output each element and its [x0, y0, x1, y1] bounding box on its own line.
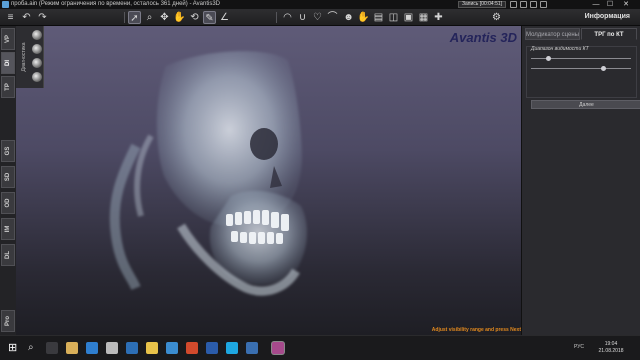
menu-icon[interactable]: ≡ — [4, 11, 17, 24]
grid-icon[interactable]: ▦ — [417, 11, 430, 24]
left-tab-bar: VP DI TP GS SD OD IM DL Pro — [0, 26, 16, 335]
word-icon[interactable] — [206, 342, 218, 354]
volume-icon[interactable]: ▣ — [402, 11, 415, 24]
diagnostics-panel: Диагностика — [16, 26, 44, 88]
info-panel: Молдикатор сцены ТРГ по КТ Диапазон види… — [521, 26, 640, 335]
tab-od[interactable]: OD — [1, 192, 15, 214]
app-icon — [2, 1, 9, 8]
layers-icon[interactable]: ▤ — [372, 11, 385, 24]
title-bar: проба.ain (Режим ограничения по времени,… — [0, 0, 640, 9]
tab-pro[interactable]: Pro — [1, 310, 15, 332]
task-view-icon[interactable] — [46, 342, 58, 354]
3d-viewport[interactable]: Avantis 3D Adjust visibility range and p… — [16, 26, 521, 335]
minimize-button[interactable]: — — [590, 0, 602, 9]
rotate-icon[interactable]: ⟲ — [188, 11, 201, 24]
taskbar: ⊞ ⌕ РУС 19:04 21.08.2018 — [0, 335, 640, 360]
slider-thumb-high[interactable] — [600, 66, 606, 71]
tab-scene-modifier[interactable]: Молдикатор сцены — [525, 28, 580, 40]
explorer-icon[interactable] — [66, 342, 78, 354]
skull-front-icon[interactable] — [32, 30, 42, 40]
app-window: проба.ain (Режим ограничения по времени,… — [0, 0, 640, 360]
camera-icon[interactable] — [530, 1, 537, 8]
skull-side-icon[interactable] — [32, 44, 42, 54]
app-icon-2[interactable] — [246, 342, 258, 354]
tooth-view-icon[interactable]: ⌒ — [326, 11, 339, 24]
mail-icon[interactable] — [126, 342, 138, 354]
cross-section-icon[interactable]: ✚ — [432, 11, 445, 24]
pause-icon[interactable] — [510, 1, 517, 8]
move-icon[interactable]: ✥ — [158, 11, 171, 24]
toolbar-separator — [124, 12, 125, 23]
jaw-view-icon[interactable]: ♡ — [311, 11, 324, 24]
tab-trg-ct[interactable]: ТРГ по КТ — [581, 28, 637, 40]
dome-view-icon[interactable]: ◠ — [281, 11, 294, 24]
stop-icon[interactable] — [520, 1, 527, 8]
visibility-range-label: Диапазон видимости КТ — [531, 46, 589, 52]
language-indicator[interactable]: РУС — [574, 344, 584, 350]
skull-angle-icon[interactable] — [32, 58, 42, 68]
arch-view-icon[interactable]: ∪ — [296, 11, 309, 24]
settings-icon[interactable] — [540, 1, 547, 8]
search-icon[interactable]: ⌕ — [28, 342, 40, 354]
clock-time: 19:04 — [604, 341, 618, 347]
gear-icon[interactable]: ⚙ — [490, 11, 503, 24]
tab-dl[interactable]: DL — [1, 244, 15, 266]
clock-date: 21.08.2018 — [598, 348, 624, 354]
toolbar-separator — [276, 12, 277, 23]
undo-icon[interactable]: ↶ — [20, 11, 33, 24]
ruler-icon[interactable]: ✎ — [203, 11, 216, 24]
cube-icon[interactable]: ◫ — [387, 11, 400, 24]
slider-track-high[interactable] — [531, 68, 631, 69]
app-icon-1[interactable] — [166, 342, 178, 354]
system-clock[interactable]: 19:04 21.08.2018 — [590, 341, 632, 355]
tab-tp[interactable]: TP — [1, 76, 15, 98]
powerpoint-icon[interactable] — [186, 342, 198, 354]
skype-icon[interactable] — [226, 342, 238, 354]
status-message: Adjust visibility range and press Next — [431, 327, 521, 333]
start-icon[interactable]: ⊞ — [8, 342, 20, 354]
tab-sd[interactable]: SD — [1, 166, 15, 188]
head-view-icon[interactable]: ☻ — [342, 11, 355, 24]
hand-tool-icon[interactable]: ✋ — [357, 11, 370, 24]
tab-di[interactable]: DI — [1, 52, 15, 74]
cursor-icon[interactable]: ➚ — [128, 11, 141, 24]
redo-icon[interactable]: ↷ — [36, 11, 49, 24]
brand-logo: Avantis 3D — [449, 30, 517, 45]
tab-vp[interactable]: VP — [1, 28, 15, 50]
main-toolbar: ≡ ↶ ↷ ➚ ⌕ ✥ ✋ ⟲ ✎ ∠ ◠ ∪ ♡ ⌒ ☻ ✋ ▤ ◫ ▣ ▦ … — [0, 9, 640, 26]
pan-icon[interactable]: ✋ — [173, 11, 186, 24]
store-icon[interactable] — [106, 342, 118, 354]
diagnostics-label: Диагностика — [21, 42, 27, 72]
tab-gs[interactable]: GS — [1, 140, 15, 162]
info-panel-title: Информация — [584, 13, 630, 20]
browser-icon[interactable] — [146, 342, 158, 354]
edge-icon[interactable] — [86, 342, 98, 354]
maximize-button[interactable]: ☐ — [604, 0, 616, 9]
tab-im[interactable]: IM — [1, 218, 15, 240]
skull-3d-icon[interactable] — [32, 72, 42, 82]
measure-icon[interactable]: ∠ — [218, 11, 231, 24]
slider-thumb-low[interactable] — [545, 56, 551, 61]
recording-indicator[interactable]: Запись [00:04:51] — [458, 1, 507, 8]
next-button[interactable]: Далее — [531, 100, 640, 109]
avantis-taskbar-icon[interactable] — [272, 342, 284, 354]
skull-render — [109, 51, 308, 296]
window-title: проба.ain (Режим ограничения по времени,… — [11, 1, 221, 7]
visibility-range-group: Диапазон видимости КТ Далее — [526, 46, 640, 109]
close-button[interactable]: ✕ — [620, 0, 632, 9]
zoom-icon[interactable]: ⌕ — [143, 11, 156, 24]
